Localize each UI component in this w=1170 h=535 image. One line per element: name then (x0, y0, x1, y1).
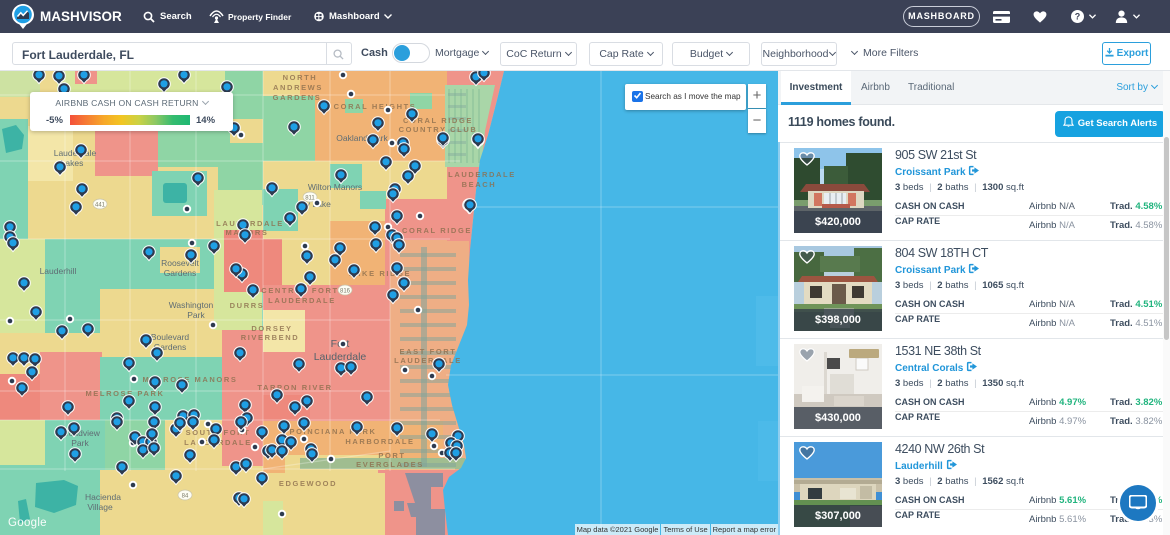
svg-text:Hacienda: Hacienda (85, 492, 121, 502)
svg-text:LAUDERDALE: LAUDERDALE (268, 296, 336, 305)
svg-text:LAUDERDALE: LAUDERDALE (448, 170, 516, 179)
svg-text:DORSEY: DORSEY (251, 324, 292, 333)
svg-text:HARBORDALE: HARBORDALE (345, 437, 414, 446)
svg-text:ANDREWS: ANDREWS (273, 83, 323, 92)
svg-text:PORT: PORT (378, 451, 405, 460)
svg-text:EVERGLADES: EVERGLADES (356, 460, 424, 469)
svg-text:441: 441 (95, 203, 106, 209)
svg-text:CORAL HEIGHTS: CORAL HEIGHTS (334, 102, 417, 111)
svg-text:EDGEWOOD: EDGEWOOD (279, 479, 337, 488)
svg-text:CORAL RIDGE: CORAL RIDGE (402, 226, 472, 235)
svg-text:Wilton Manors: Wilton Manors (308, 182, 362, 192)
svg-text:Village: Village (87, 502, 113, 512)
svg-text:COUNTRY CLUB: COUNTRY CLUB (399, 125, 478, 134)
svg-text:Boulevard: Boulevard (151, 332, 190, 342)
svg-text:RIVERBEND: RIVERBEND (241, 333, 300, 342)
svg-text:84: 84 (182, 494, 189, 500)
svg-text:Park: Park (71, 438, 89, 448)
svg-text:816: 816 (340, 289, 351, 295)
svg-text:Oakland Park: Oakland Park (336, 133, 388, 143)
svg-text:Park: Park (187, 310, 205, 320)
svg-text:TARPON RIVER: TARPON RIVER (257, 383, 332, 392)
svg-text:NORTH: NORTH (283, 73, 318, 82)
svg-text:Lauderhill: Lauderhill (40, 266, 77, 276)
svg-text:Gardens: Gardens (164, 268, 197, 278)
svg-text:LAUDERDALE: LAUDERDALE (216, 219, 284, 228)
svg-text:GARDENS: GARDENS (273, 93, 322, 102)
svg-text:?: ? (1075, 12, 1081, 22)
svg-text:DURRS: DURRS (230, 301, 265, 310)
svg-text:Washington: Washington (169, 300, 214, 310)
svg-text:Lauderdale: Lauderdale (314, 351, 367, 363)
svg-text:LAUDERDALE: LAUDERDALE (394, 356, 462, 365)
svg-text:BEACH: BEACH (462, 180, 497, 189)
svg-text:EAST FORT: EAST FORT (400, 347, 457, 356)
